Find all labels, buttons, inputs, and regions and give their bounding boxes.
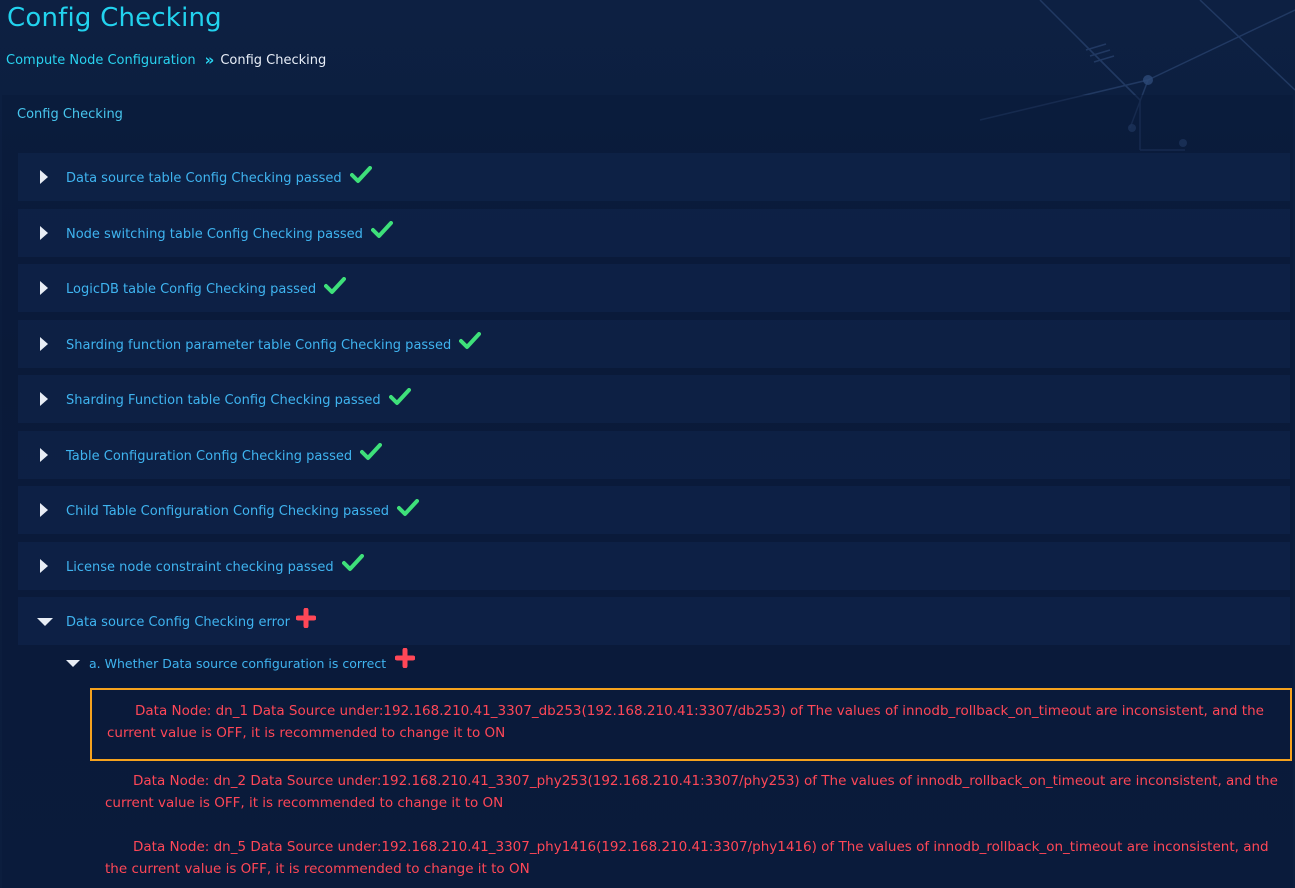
section-node-switching-table[interactable]: Node switching table Config Checking pas… [18,208,1290,257]
caret-right-icon[interactable] [40,447,48,462]
section-label-text: License node constraint checking passed [66,559,334,575]
check-icon [397,498,420,516]
section-label-text: Data source table Config Checking passed [66,171,342,186]
check-icon [370,221,393,238]
breadcrumb-separator-icon: » [204,51,215,69]
section-data-source-error[interactable]: Data source Config Checking error [18,597,1290,645]
section-label-text: Data source Config Checking error [66,615,291,630]
caret-right-icon[interactable] [40,225,48,240]
caret-right-icon[interactable] [40,336,48,351]
section-label-text: Node switching table Config Checking pas… [66,226,363,242]
subsection-data-source-configuration[interactable]: a. Whether Data source configuration is … [66,648,416,674]
page-title: Config Checking [7,3,222,33]
section-label: Data source Config Checking error [66,607,317,630]
section-label: Node switching table Config Checking pas… [66,221,393,242]
section-data-source-table[interactable]: Data source table Config Checking passed [18,153,1290,201]
caret-right-icon[interactable] [40,503,48,517]
error-message-dn-1: Data Node: dn_1 Data Source under:192.16… [90,688,1292,761]
section-sharding-function-table[interactable]: Sharding Function table Config Checking … [18,375,1290,423]
page: Config Checking Compute Node Configurati… [0,0,1295,888]
caret-down-icon[interactable] [37,618,53,626]
breadcrumb: Compute Node Configuration » Config Chec… [6,51,326,69]
plus-icon [395,648,416,668]
plus-icon [296,607,317,628]
section-label: Sharding function parameter table Config… [66,332,482,353]
caret-right-icon[interactable] [40,170,48,184]
section-label: Child Table Configuration Config Checkin… [66,498,420,519]
section-child-table-configuration[interactable]: Child Table Configuration Config Checkin… [18,486,1290,534]
section-label: License node constraint checking passed [66,554,364,575]
section-label: Data source table Config Checking passed [66,165,372,186]
section-label-text: Sharding Function table Config Checking … [66,393,381,408]
breadcrumb-current: Config Checking [220,52,327,68]
caret-right-icon[interactable] [40,281,48,295]
check-sections: Data source table Config Checking passed… [18,153,1290,653]
panel-title: Config Checking [17,107,123,122]
section-sharding-function-parameter-table[interactable]: Sharding function parameter table Config… [18,319,1290,368]
section-license-node-constraint[interactable]: License node constraint checking passed [18,541,1290,590]
section-label-text: Sharding function parameter table Config… [66,337,452,353]
section-label-text: Child Table Configuration Config Checkin… [66,504,390,519]
section-label-text: LogicDB table Config Checking passed [66,282,317,297]
section-logicdb-table[interactable]: LogicDB table Config Checking passed [18,264,1290,312]
section-label: Sharding Function table Config Checking … [66,387,411,408]
check-icon [349,165,372,183]
section-label: LogicDB table Config Checking passed [66,276,347,297]
section-label: Table Configuration Config Checking pass… [66,443,383,464]
check-icon [341,554,364,571]
caret-down-icon[interactable] [66,659,80,667]
error-list: Data Node: dn_1 Data Source under:192.16… [90,688,1292,888]
subsection-label: a. Whether Data source configuration is … [89,655,387,671]
check-icon [388,387,411,405]
error-message-dn-5: Data Node: dn_5 Data Source under:192.16… [105,839,1269,877]
check-icon [459,332,482,349]
check-icon [324,276,347,294]
error-message-dn-2: Data Node: dn_2 Data Source under:192.16… [105,773,1278,811]
check-icon [360,443,383,460]
section-label-text: Table Configuration Config Checking pass… [66,448,353,464]
section-table-configuration[interactable]: Table Configuration Config Checking pass… [18,430,1290,479]
config-checking-panel: Config Checking Data source table Config… [2,95,1293,888]
caret-right-icon[interactable] [40,392,48,406]
breadcrumb-link-compute-node-configuration[interactable]: Compute Node Configuration [6,53,196,68]
caret-right-icon[interactable] [40,558,48,573]
